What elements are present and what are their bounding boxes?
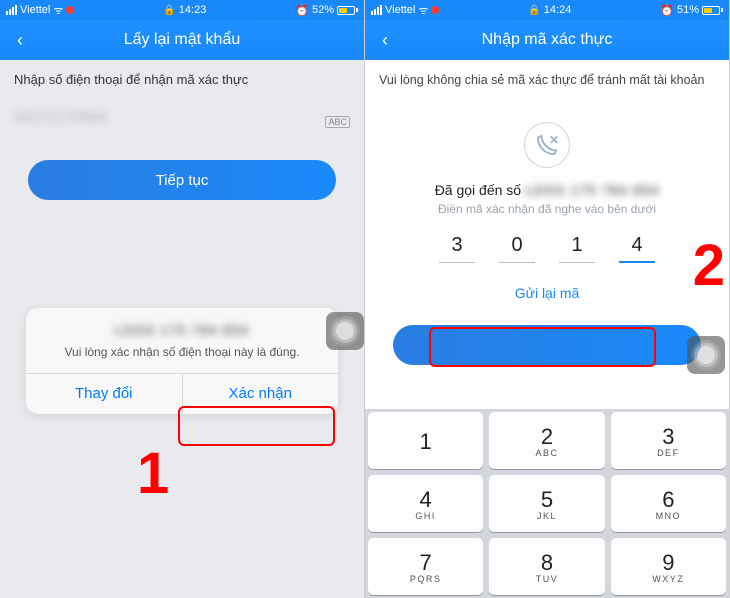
carrier-label: Viettel bbox=[20, 4, 50, 16]
key-3[interactable]: 3DEF bbox=[611, 412, 726, 469]
carrier-label: Viettel bbox=[385, 4, 415, 16]
continue-button[interactable]: Tiếp tục bbox=[28, 160, 336, 200]
resend-link[interactable]: Gửi lại mã bbox=[365, 285, 729, 301]
key-6[interactable]: 6MNO bbox=[611, 475, 726, 532]
record-dot-icon bbox=[431, 6, 439, 14]
call-missed-icon: ✕ bbox=[524, 122, 570, 168]
confirm-modal: LDSS 175 784 854 Vui lòng xác nhận số đi… bbox=[26, 308, 338, 414]
continue-button[interactable] bbox=[393, 325, 701, 365]
battery-percent: 51% bbox=[677, 4, 699, 16]
confirm-button[interactable]: Xác nhận bbox=[183, 374, 339, 414]
nav-title: Nhập mã xác thực bbox=[365, 31, 729, 49]
key-4[interactable]: 4GHI bbox=[368, 475, 483, 532]
abc-badge: ABC bbox=[325, 116, 350, 128]
modal-message: Vui lòng xác nhận số điện thoại này là đ… bbox=[44, 344, 320, 361]
instruction-text: Nhập số điện thoại để nhận mã xác thực bbox=[0, 60, 364, 99]
numeric-keypad: 1 2ABC 3DEF 4GHI 5JKL 6MNO 7PQRS 8TUV 9W… bbox=[365, 409, 729, 598]
code-instruction: Điền mã xác nhận đã nghe vào bên dưới bbox=[365, 202, 729, 216]
code-cell[interactable]: 4 bbox=[619, 234, 655, 263]
nav-title: Lấy lại mật khẩu bbox=[0, 31, 364, 49]
key-1[interactable]: 1 bbox=[368, 412, 483, 469]
time-label: 14:23 bbox=[179, 4, 207, 16]
code-cell[interactable]: 3 bbox=[439, 234, 475, 263]
alarm-icon: ⏰ bbox=[295, 4, 309, 17]
signal-bars-icon bbox=[371, 5, 382, 15]
called-number-text: Đã gọi đến số LDSS 175 784 854 bbox=[365, 182, 729, 198]
change-button[interactable]: Thay đổi bbox=[26, 374, 183, 414]
warning-text: Vui lòng không chia sẻ mã xác thực để tr… bbox=[365, 60, 729, 102]
code-input-row[interactable]: 3 0 1 4 bbox=[365, 234, 729, 263]
back-button[interactable]: ‹ bbox=[0, 20, 40, 60]
key-7[interactable]: 7PQRS bbox=[368, 538, 483, 595]
code-cell[interactable]: 1 bbox=[559, 234, 595, 263]
time-label: 14:24 bbox=[544, 4, 572, 16]
key-9[interactable]: 9WXYZ bbox=[611, 538, 726, 595]
key-5[interactable]: 5JKL bbox=[489, 475, 604, 532]
lock-icon: 🔒 bbox=[163, 5, 175, 16]
battery-icon bbox=[702, 6, 723, 15]
assistive-touch-icon[interactable] bbox=[687, 336, 725, 374]
battery-icon bbox=[337, 6, 358, 15]
phone-input[interactable]: SDT/175584 ABC bbox=[0, 99, 364, 136]
record-dot-icon bbox=[66, 6, 74, 14]
step-badge-1: 1 bbox=[137, 440, 187, 512]
battery-percent: 52% bbox=[312, 4, 334, 16]
code-cell[interactable]: 0 bbox=[499, 234, 535, 263]
wifi-icon: ᯤ bbox=[53, 3, 63, 18]
wifi-icon: ᯤ bbox=[418, 3, 428, 18]
key-8[interactable]: 8TUV bbox=[489, 538, 604, 595]
key-2[interactable]: 2ABC bbox=[489, 412, 604, 469]
back-button[interactable]: ‹ bbox=[365, 20, 405, 60]
signal-bars-icon bbox=[6, 5, 17, 15]
modal-phone-number: LDSS 175 784 854 bbox=[44, 322, 320, 338]
assistive-touch-icon[interactable] bbox=[326, 312, 364, 350]
alarm-icon: ⏰ bbox=[660, 4, 674, 17]
lock-icon: 🔒 bbox=[528, 5, 540, 16]
